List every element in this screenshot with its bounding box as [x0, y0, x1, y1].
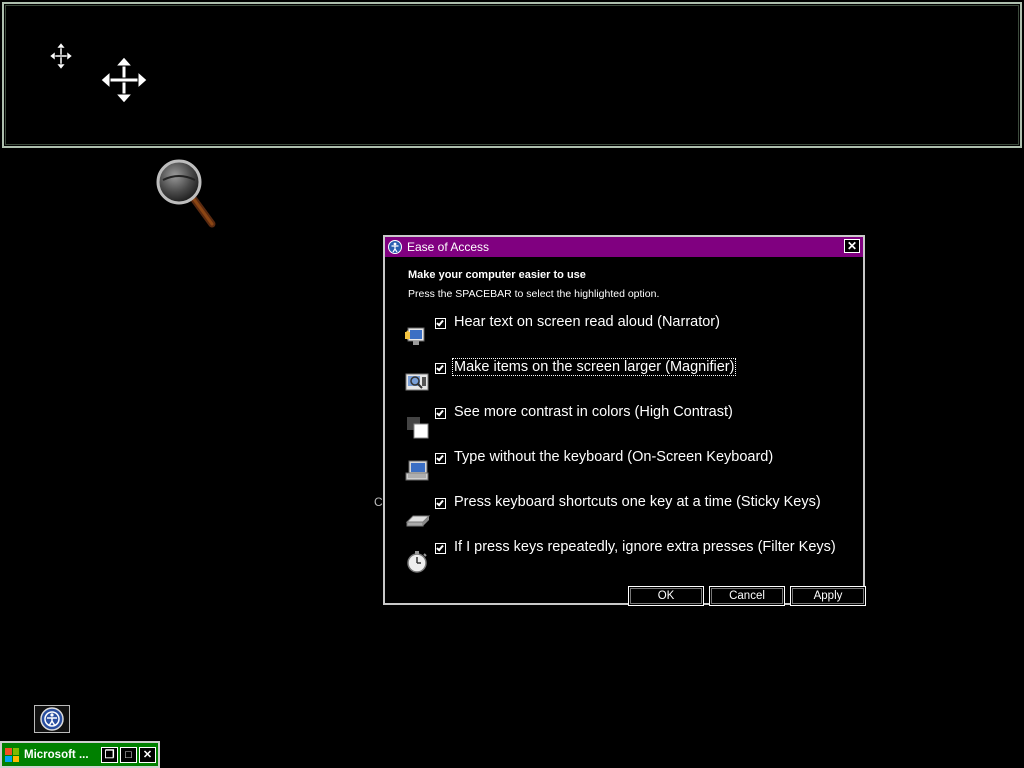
cancel-button[interactable]: Cancel: [709, 586, 785, 606]
on-screen-keyboard-label[interactable]: Type without the keyboard (On-Screen Key…: [453, 449, 774, 465]
narrator-icon: [405, 327, 425, 345]
ease-of-access-icon: [388, 240, 402, 254]
high-contrast-label[interactable]: See more contrast in colors (High Contra…: [453, 404, 734, 420]
filter-keys-checkbox[interactable]: [435, 543, 446, 554]
ease-of-access-tray-icon: [40, 707, 64, 731]
high-contrast-icon: [407, 417, 429, 439]
dialog-titlebar[interactable]: Ease of Access ✕: [385, 237, 863, 257]
high-contrast-checkbox[interactable]: [435, 408, 446, 419]
sticky-keys-checkbox[interactable]: [435, 498, 446, 509]
dialog-close-button[interactable]: ✕: [844, 239, 860, 253]
magnifier-view-panel: [2, 2, 1022, 148]
option-magnifier[interactable]: Make items on the screen larger (Magnifi…: [405, 358, 737, 394]
application-icon: [5, 747, 19, 762]
move-cursor-small-icon: [50, 43, 72, 69]
narrator-checkbox[interactable]: [435, 318, 446, 329]
dialog-heading: Make your computer easier to use: [408, 269, 586, 281]
option-narrator[interactable]: Hear text on screen read aloud (Narrator…: [405, 314, 721, 349]
magnifier-checkbox[interactable]: [435, 363, 446, 374]
taskbar-close-button[interactable]: ✕: [139, 746, 156, 763]
minimized-window-button[interactable]: Microsoft ... ❐ □ ✕: [0, 741, 160, 768]
restore-button[interactable]: ❐: [101, 746, 118, 763]
magnifier-glass-icon[interactable]: [155, 158, 217, 230]
option-sticky-keys[interactable]: Press keyboard shortcuts one key at a ti…: [405, 494, 822, 529]
magnifier-label[interactable]: Make items on the screen larger (Magnifi…: [451, 358, 737, 376]
maximize-button[interactable]: □: [120, 746, 137, 763]
minimized-window-title: Microsoft ...: [24, 748, 89, 761]
ease-of-access-dialog: Ease of Access ✕ Make your computer easi…: [383, 235, 866, 606]
filter-keys-icon: [407, 551, 427, 573]
narrator-label[interactable]: Hear text on screen read aloud (Narrator…: [453, 314, 721, 330]
on-screen-keyboard-icon: [405, 460, 429, 481]
filter-keys-label[interactable]: If I press keys repeatedly, ignore extra…: [453, 539, 837, 555]
magnifier-icon: [405, 373, 429, 391]
dialog-title: Ease of Access: [407, 240, 490, 254]
on-screen-keyboard-checkbox[interactable]: [435, 453, 446, 464]
sticky-keys-icon: [405, 515, 431, 527]
ease-of-access-tray-button[interactable]: [34, 705, 70, 733]
dialog-instruction: Press the SPACEBAR to select the highlig…: [408, 288, 660, 300]
ok-button[interactable]: OK: [628, 586, 704, 606]
move-cursor-large-icon: [101, 57, 147, 103]
stray-text: C: [374, 495, 383, 509]
option-high-contrast[interactable]: See more contrast in colors (High Contra…: [405, 404, 734, 439]
option-filter-keys[interactable]: If I press keys repeatedly, ignore extra…: [405, 539, 837, 574]
sticky-keys-label[interactable]: Press keyboard shortcuts one key at a ti…: [453, 494, 822, 510]
option-on-screen-keyboard[interactable]: Type without the keyboard (On-Screen Key…: [405, 449, 774, 484]
apply-button[interactable]: Apply: [790, 586, 866, 606]
magnifier-panel-border: [5, 5, 1019, 145]
